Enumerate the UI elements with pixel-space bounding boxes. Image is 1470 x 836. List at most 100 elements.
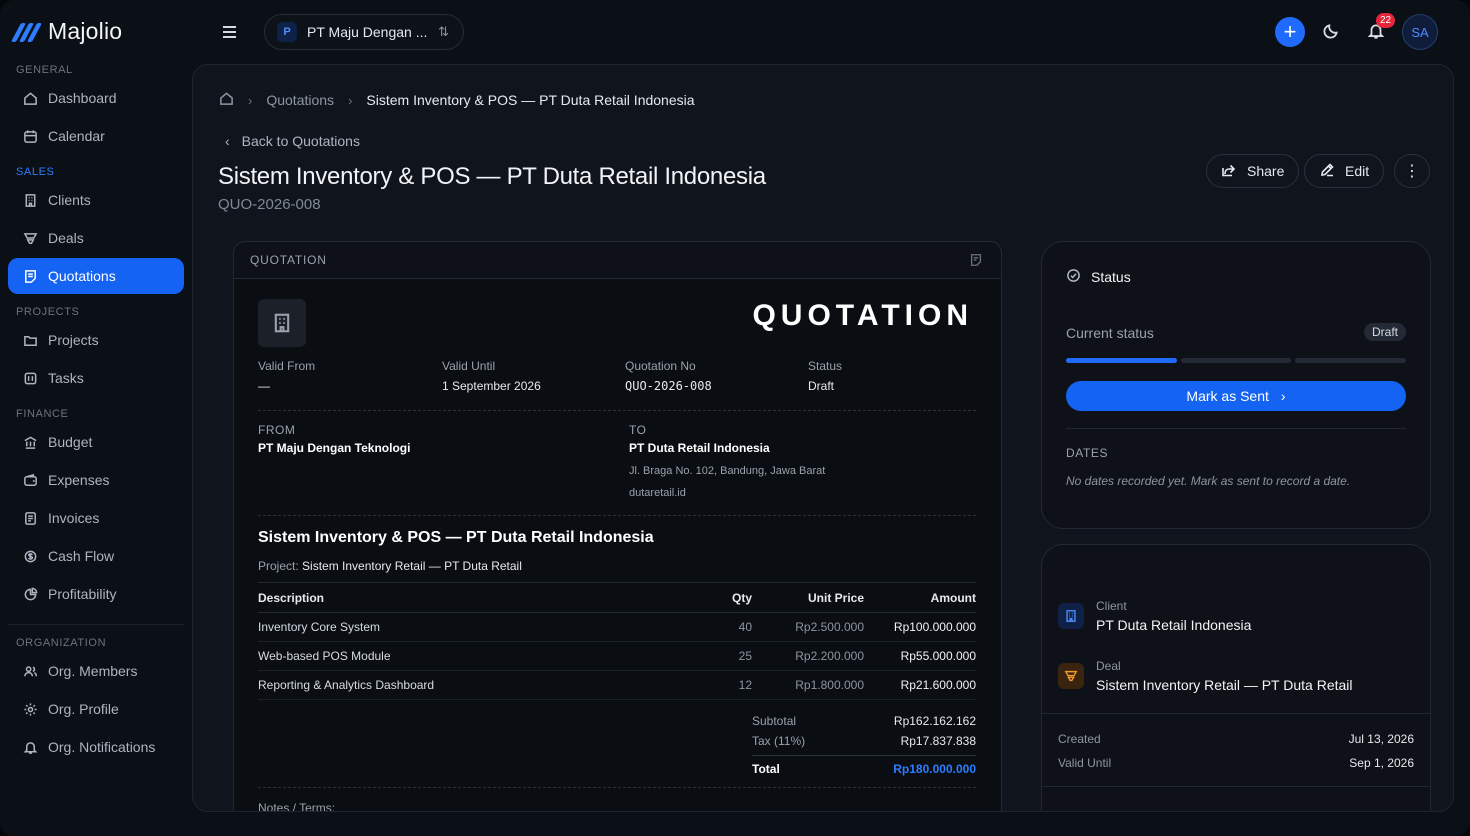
meta-valid-from: Valid From — xyxy=(258,359,315,393)
info-card: Client PT Duta Retail Indonesia Deal Sis… xyxy=(1041,544,1431,811)
item-amount: Rp21.600.000 xyxy=(864,670,976,700)
sort-arrows-icon: ⇅ xyxy=(438,24,449,39)
sidebar-item-org-notifications[interactable]: Org. Notifications xyxy=(8,729,184,765)
back-label: Back to Quotations xyxy=(241,133,360,149)
sidebar-item-budget[interactable]: Budget xyxy=(8,424,184,460)
col-description: Description xyxy=(258,582,658,613)
cash-flow-icon xyxy=(22,548,38,564)
meta-valid-until: Valid Until 1 September 2026 xyxy=(442,359,541,393)
funnel-icon xyxy=(22,230,38,246)
org-name: PT Maju Dengan ... xyxy=(307,24,428,40)
client-label: Client xyxy=(1096,599,1127,613)
deal-name: Sistem Inventory Retail — PT Duta Retail xyxy=(1096,677,1353,693)
sidebar-item-org-profile[interactable]: Org. Profile xyxy=(8,691,184,727)
progress-step xyxy=(1295,358,1407,363)
to-website: dutaretail.id xyxy=(629,487,686,499)
meta-label: Quotation No xyxy=(625,359,696,373)
sidebar-item-dashboard[interactable]: Dashboard xyxy=(8,80,184,116)
col-amount: Amount xyxy=(864,582,976,613)
building-icon xyxy=(1058,603,1084,629)
sidebar-item-label: Deals xyxy=(48,230,84,246)
share-icon xyxy=(1221,162,1237,181)
wallet-icon xyxy=(22,472,38,488)
table-row: Web-based POS Module 25 Rp2.200.000 Rp55… xyxy=(258,641,976,671)
meta-quotation-no: Quotation No QUO-2026-008 xyxy=(625,359,712,393)
to-name: PT Duta Retail Indonesia xyxy=(629,441,770,455)
sidebar-item-projects[interactable]: Projects xyxy=(8,322,184,358)
project-name: Sistem Inventory Retail — PT Duta Retail xyxy=(302,559,522,573)
sidebar-item-label: Quotations xyxy=(48,268,116,284)
item-unit-price: Rp2.200.000 xyxy=(752,641,864,671)
valid-until-value: Sep 1, 2026 xyxy=(1349,756,1414,770)
invoice-icon xyxy=(22,510,38,526)
section-organization: ORGANIZATION xyxy=(16,637,107,649)
sidebar-item-label: Expenses xyxy=(48,472,110,488)
org-switcher[interactable]: P PT Maju Dengan ... ⇅ xyxy=(264,14,464,50)
breadcrumb-quotations-link[interactable]: Quotations xyxy=(266,92,334,108)
subtotal-value: Rp162.162.162 xyxy=(893,714,976,728)
sidebar-item-deals[interactable]: Deals xyxy=(8,220,184,256)
client-row[interactable]: Client PT Duta Retail Indonesia xyxy=(1058,599,1251,633)
document-heading: QUOTATION xyxy=(752,299,973,332)
sidebar-item-label: Projects xyxy=(48,332,99,348)
progress-step xyxy=(1180,358,1292,363)
users-icon xyxy=(22,663,38,679)
add-button[interactable]: + xyxy=(1275,17,1305,47)
sidebar-item-label: Budget xyxy=(48,434,93,450)
meta-value: QUO-2026-008 xyxy=(625,379,712,393)
sidebar-item-label: Org. Profile xyxy=(48,701,119,717)
sidebar-item-invoices[interactable]: Invoices xyxy=(8,500,184,536)
share-button[interactable]: Share xyxy=(1206,154,1300,188)
status-progress xyxy=(1066,358,1407,363)
deal-row[interactable]: Deal Sistem Inventory Retail — PT Duta R… xyxy=(1058,659,1353,693)
sidebar-item-label: Profitability xyxy=(48,586,117,602)
logo-mark-icon xyxy=(10,22,43,42)
dates-empty-message: No dates recorded yet. Mark as sent to r… xyxy=(1066,474,1351,488)
notification-count-badge: 22 xyxy=(1376,13,1396,28)
project-title: Sistem Inventory & POS — PT Duta Retail … xyxy=(258,529,654,546)
back-link[interactable]: ‹ Back to Quotations xyxy=(225,133,360,149)
info-divider xyxy=(1042,713,1430,714)
sidebar-item-tasks[interactable]: Tasks xyxy=(8,360,184,396)
breadcrumb: › Quotations › Sistem Inventory & POS — … xyxy=(219,91,695,109)
from-name: PT Maju Dengan Teknologi xyxy=(258,441,411,455)
gear-icon xyxy=(22,701,38,717)
sidebar-item-quotations[interactable]: Quotations xyxy=(8,258,184,294)
item-qty: 12 xyxy=(658,670,752,700)
status-card-title: Status xyxy=(1066,268,1131,286)
page-title: Sistem Inventory & POS — PT Duta Retail … xyxy=(218,163,766,190)
section-projects: PROJECTS xyxy=(16,306,80,318)
tax-row: Tax (11%) Rp17.837.838 xyxy=(752,731,976,751)
share-label: Share xyxy=(1247,163,1285,179)
progress-step xyxy=(1066,358,1177,363)
logo[interactable]: Majolio xyxy=(10,18,122,45)
section-general: GENERAL xyxy=(16,64,73,76)
moon-icon[interactable] xyxy=(1322,22,1342,42)
meta-label: Status xyxy=(808,359,843,373)
sidebar-item-calendar[interactable]: Calendar xyxy=(8,118,184,154)
home-icon[interactable] xyxy=(219,91,234,109)
funnel-icon xyxy=(1058,663,1084,689)
subtotal-row: Subtotal Rp162.162.162 xyxy=(752,711,976,731)
sidebar-item-org-members[interactable]: Org. Members xyxy=(8,653,184,689)
document-icon[interactable] xyxy=(969,253,983,267)
sidebar-item-profitability[interactable]: Profitability xyxy=(8,576,184,612)
bank-icon xyxy=(22,434,38,450)
tasks-icon xyxy=(22,370,38,386)
item-description: Inventory Core System xyxy=(258,612,658,642)
sidebar-item-clients[interactable]: Clients xyxy=(8,182,184,218)
sidebar-item-label: Calendar xyxy=(48,128,105,144)
user-avatar[interactable]: SA xyxy=(1402,14,1438,50)
created-label: Created xyxy=(1058,732,1101,746)
mark-as-sent-button[interactable]: Mark as Sent › xyxy=(1066,381,1406,411)
edit-button[interactable]: Edit xyxy=(1304,154,1385,188)
valid-until-label: Valid Until xyxy=(1058,756,1112,770)
col-unit-price: Unit Price xyxy=(752,582,864,613)
more-options-icon[interactable]: ⋮ xyxy=(1394,154,1430,188)
total-label: Total xyxy=(752,761,780,776)
chevron-right-icon: › xyxy=(248,92,253,108)
sidebar-item-expenses[interactable]: Expenses xyxy=(8,462,184,498)
hamburger-menu-icon[interactable] xyxy=(219,22,241,42)
sidebar-item-cash-flow[interactable]: Cash Flow xyxy=(8,538,184,574)
item-amount: Rp100.000.000 xyxy=(864,612,976,642)
